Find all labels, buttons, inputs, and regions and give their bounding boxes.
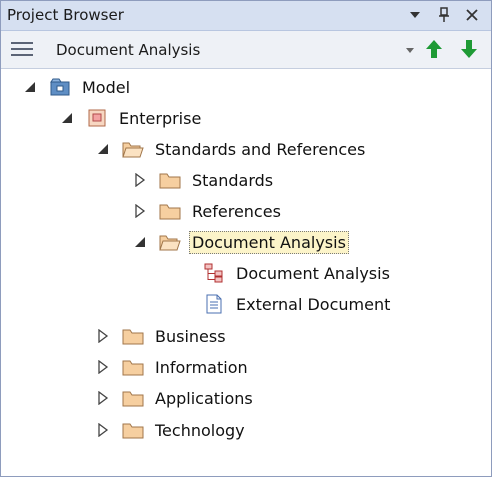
- browser-toolbar: Document Analysis: [1, 31, 491, 69]
- collapsed-triangle-icon: [135, 204, 146, 218]
- collapsed-triangle-icon: [98, 360, 109, 374]
- collapsed-triangle-icon: [98, 423, 109, 437]
- node-label: Model: [82, 77, 131, 97]
- collapse-toggle[interactable]: [21, 78, 39, 96]
- current-view-label[interactable]: Document Analysis: [56, 41, 200, 59]
- collapse-toggle[interactable]: [94, 140, 112, 158]
- expand-toggle[interactable]: [131, 171, 149, 189]
- triangle-down-icon: [410, 12, 420, 18]
- pin-icon: [439, 7, 449, 22]
- collapsed-triangle-icon: [98, 391, 109, 405]
- node-label: Standards and References: [155, 139, 366, 159]
- node-label: External Document: [236, 294, 391, 314]
- tree-node-standards[interactable]: Standards: [131, 165, 276, 195]
- expanded-triangle-icon: [135, 237, 145, 247]
- collapsed-triangle-icon: [135, 173, 146, 187]
- pin-button[interactable]: [433, 4, 455, 26]
- expand-toggle[interactable]: [94, 358, 112, 376]
- folder-icon: [122, 387, 144, 409]
- node-label: Enterprise: [119, 108, 202, 128]
- collapsed-triangle-icon: [98, 329, 109, 343]
- panel-options-button[interactable]: [404, 4, 426, 26]
- expand-toggle[interactable]: [131, 202, 149, 220]
- expand-toggle[interactable]: [94, 389, 112, 407]
- diagram-icon: [203, 262, 225, 284]
- expand-toggle[interactable]: [94, 327, 112, 345]
- tree-node-applications[interactable]: Applications: [94, 383, 256, 413]
- project-tree: Model Enterprise Standards and Reference…: [1, 69, 491, 476]
- move-up-button[interactable]: [423, 38, 445, 60]
- folder-icon: [122, 419, 144, 441]
- panel-titlebar: Project Browser: [1, 1, 491, 31]
- node-label: References: [192, 201, 281, 221]
- tree-node-references[interactable]: References: [131, 196, 284, 226]
- node-label: Standards: [192, 170, 274, 190]
- node-label: Technology: [155, 420, 245, 440]
- hamburger-icon[interactable]: [11, 41, 35, 57]
- view-package-icon: [86, 107, 108, 129]
- tree-node-enterprise[interactable]: Enterprise: [58, 103, 204, 133]
- triangle-down-icon: [406, 48, 414, 53]
- tree-node-information[interactable]: Information: [94, 352, 251, 382]
- move-down-button[interactable]: [458, 38, 480, 60]
- expanded-triangle-icon: [62, 113, 72, 123]
- node-label: Document Analysis: [236, 263, 390, 283]
- node-label: Applications: [155, 388, 253, 408]
- project-browser-panel: Project Browser Document Analysis Model …: [0, 0, 492, 477]
- open-folder-icon: [122, 138, 144, 160]
- expanded-triangle-icon: [25, 82, 35, 92]
- expand-toggle[interactable]: [94, 421, 112, 439]
- node-label-selected: Document Analysis: [189, 230, 349, 254]
- collapse-toggle[interactable]: [58, 109, 76, 127]
- expanded-triangle-icon: [98, 144, 108, 154]
- close-button[interactable]: [461, 4, 483, 26]
- tree-node-document-analysis-package[interactable]: Document Analysis: [131, 227, 349, 257]
- arrow-down-icon: [461, 40, 477, 58]
- folder-icon: [122, 325, 144, 347]
- open-folder-icon: [159, 231, 181, 253]
- collapse-toggle[interactable]: [131, 233, 149, 251]
- tree-node-external-document[interactable]: External Document: [203, 289, 393, 319]
- panel-title: Project Browser: [7, 6, 124, 24]
- folder-icon: [159, 200, 181, 222]
- arrow-up-icon: [426, 40, 442, 58]
- node-label: Information: [155, 357, 248, 377]
- tree-node-technology[interactable]: Technology: [94, 415, 248, 445]
- model-root-icon: [49, 76, 71, 98]
- tree-node-standards-and-references[interactable]: Standards and References: [94, 134, 368, 164]
- tree-node-model[interactable]: Model: [21, 72, 133, 102]
- folder-icon: [159, 169, 181, 191]
- tree-node-business[interactable]: Business: [94, 321, 229, 351]
- view-dropdown-button[interactable]: [399, 39, 421, 61]
- tree-node-document-analysis-diagram[interactable]: Document Analysis: [203, 258, 393, 288]
- document-icon: [203, 293, 225, 315]
- node-label: Business: [155, 326, 226, 346]
- folder-icon: [122, 356, 144, 378]
- close-icon: [466, 9, 478, 21]
